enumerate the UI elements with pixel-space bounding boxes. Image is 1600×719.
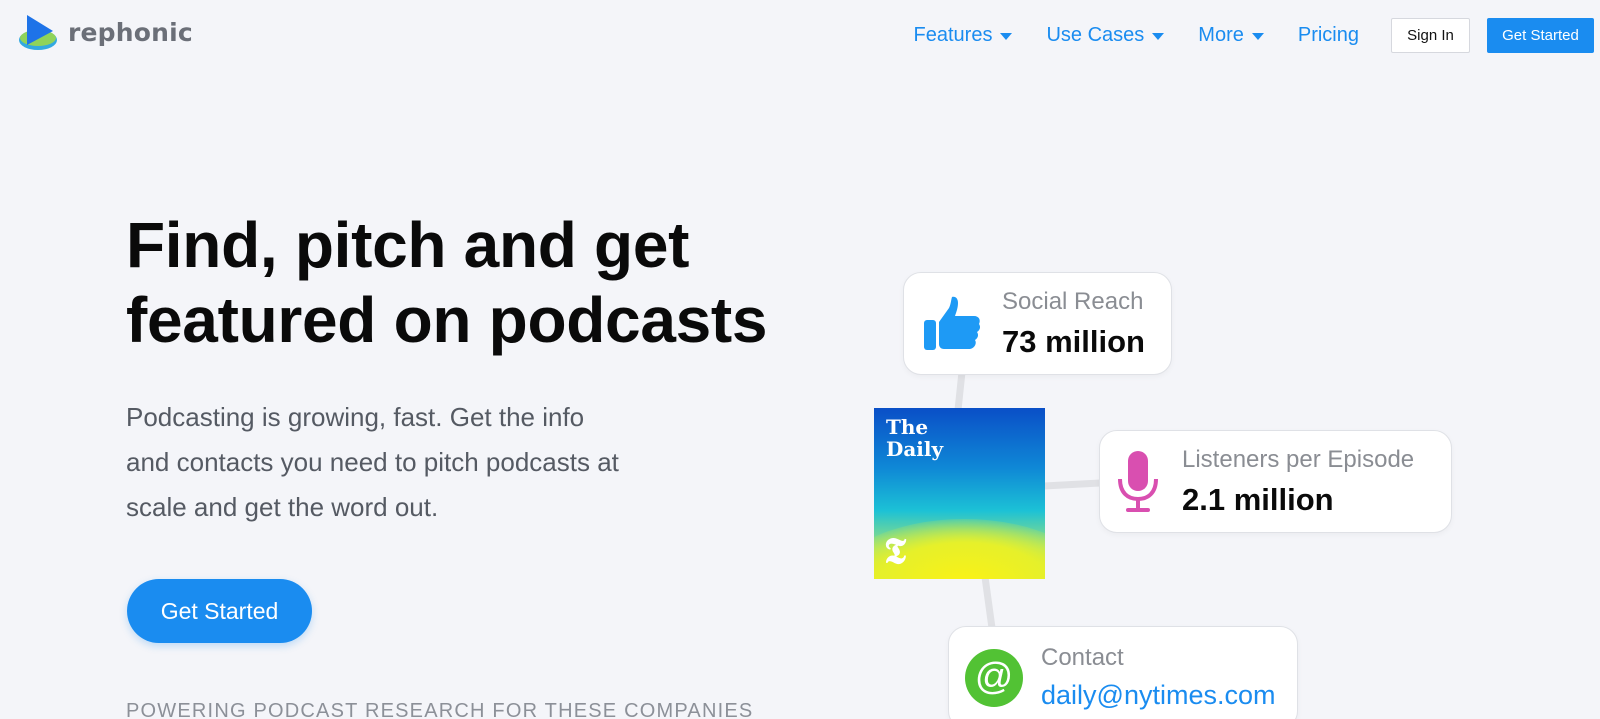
connector-lines	[954, 371, 1101, 629]
contact-card: @ Contact daily@nytimes.com	[948, 626, 1298, 719]
nyt-logo-icon: 𝕿	[884, 530, 907, 572]
contact-email-link[interactable]: daily@nytimes.com	[1041, 680, 1275, 711]
social-reach-value: 73 million	[1002, 323, 1145, 359]
cover-title: The Daily	[886, 416, 943, 460]
cover-title-line-1: The	[886, 415, 929, 439]
at-sign-icon: @	[965, 648, 1023, 707]
listeners-value: 2.1 million	[1182, 481, 1334, 517]
social-reach-card: Social Reach 73 million	[903, 272, 1172, 375]
landing-page: rephonic Features Use Cases More Pricing…	[0, 0, 1600, 719]
microphone-icon	[1116, 449, 1160, 515]
listeners-label: Listeners per Episode	[1182, 445, 1415, 473]
social-reach-text: Social Reach 73 million	[1002, 288, 1145, 360]
contact-text: Contact daily@nytimes.com	[1041, 644, 1275, 711]
podcast-cover-art[interactable]: The Daily 𝕿	[874, 408, 1045, 579]
listeners-text: Listeners per Episode 2.1 million	[1182, 446, 1414, 518]
contact-label: Contact	[1041, 644, 1124, 671]
social-reach-label: Social Reach	[1002, 287, 1144, 315]
listeners-card: Listeners per Episode 2.1 million	[1099, 430, 1452, 533]
cover-title-line-2: Daily	[886, 437, 944, 461]
thumbs-up-icon	[922, 294, 982, 354]
